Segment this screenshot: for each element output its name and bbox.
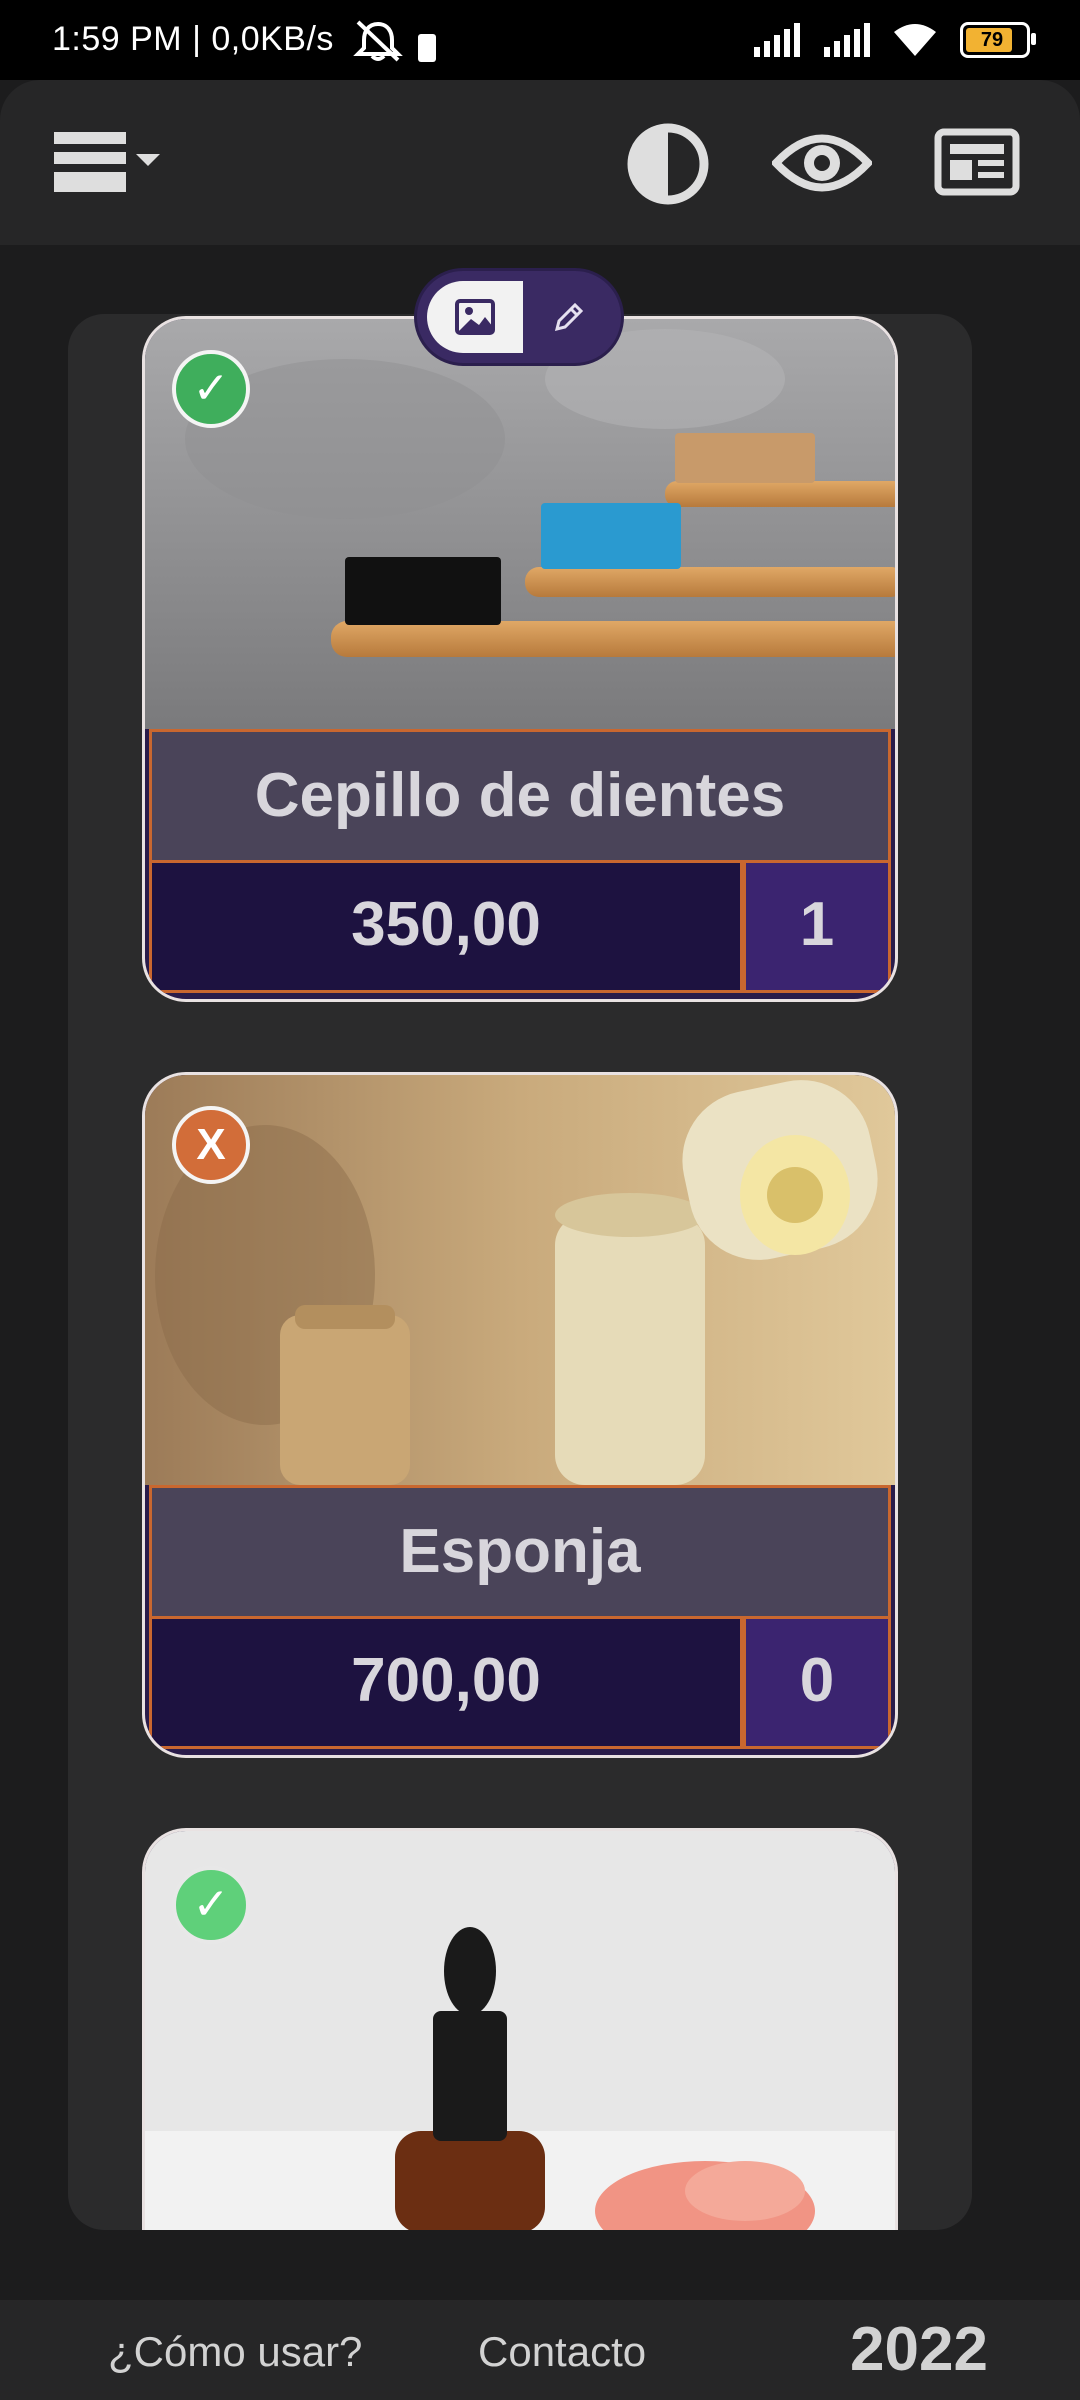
signal-icon — [754, 23, 800, 57]
menu-icon[interactable] — [54, 132, 174, 194]
product-name: Cepillo de dientes — [149, 729, 891, 863]
signal-icon-2 — [824, 23, 870, 57]
status-icons: 79 — [752, 22, 1036, 58]
battery-icon: 79 — [960, 22, 1036, 58]
wifi-icon — [894, 24, 936, 56]
product-card[interactable] — [142, 1828, 898, 2230]
product-photo-toothbrushes — [145, 319, 895, 729]
news-icon[interactable] — [934, 128, 1020, 196]
status-check-icon[interactable]: ✓ — [172, 350, 250, 428]
status-time: 1:59 PM | 0,0KB/s — [52, 20, 334, 58]
status-bar: 1:59 PM | 0,0KB/s 79 — [0, 0, 1080, 80]
product-card[interactable]: Esponja 700,00 0 — [142, 1072, 898, 1758]
product-card[interactable]: Cepillo de dientes 350,00 1 — [142, 316, 898, 1002]
product-photo-sponge — [145, 1075, 895, 1485]
battery-level: 79 — [980, 29, 1004, 51]
edit-view-button[interactable] — [527, 281, 611, 353]
pencil-icon — [554, 302, 584, 332]
eye-icon[interactable] — [772, 128, 872, 198]
product-price[interactable]: 700,00 — [149, 1619, 743, 1749]
contact-link[interactable]: Contacto — [478, 2328, 646, 2376]
product-quantity[interactable]: 1 — [743, 863, 891, 993]
status-x-icon[interactable]: X — [172, 1106, 250, 1184]
product-name: Esponja — [149, 1485, 891, 1619]
contrast-icon[interactable] — [626, 122, 710, 206]
image-view-button[interactable] — [427, 281, 523, 353]
image-icon — [455, 299, 495, 335]
battery-saver-icon — [418, 34, 436, 62]
product-photo-oil-bottle — [145, 1831, 895, 2230]
footer: ¿Cómo usar? Contacto 2022 — [0, 2300, 1080, 2400]
product-price[interactable]: 350,00 — [149, 863, 743, 993]
product-quantity[interactable]: 0 — [743, 1619, 891, 1749]
how-to-link[interactable]: ¿Cómo usar? — [108, 2328, 362, 2376]
view-mode-toggle[interactable] — [414, 268, 624, 366]
footer-year: 2022 — [850, 2315, 988, 2384]
bell-off-icon — [353, 20, 403, 62]
status-check-icon[interactable]: ✓ — [172, 1866, 250, 1944]
